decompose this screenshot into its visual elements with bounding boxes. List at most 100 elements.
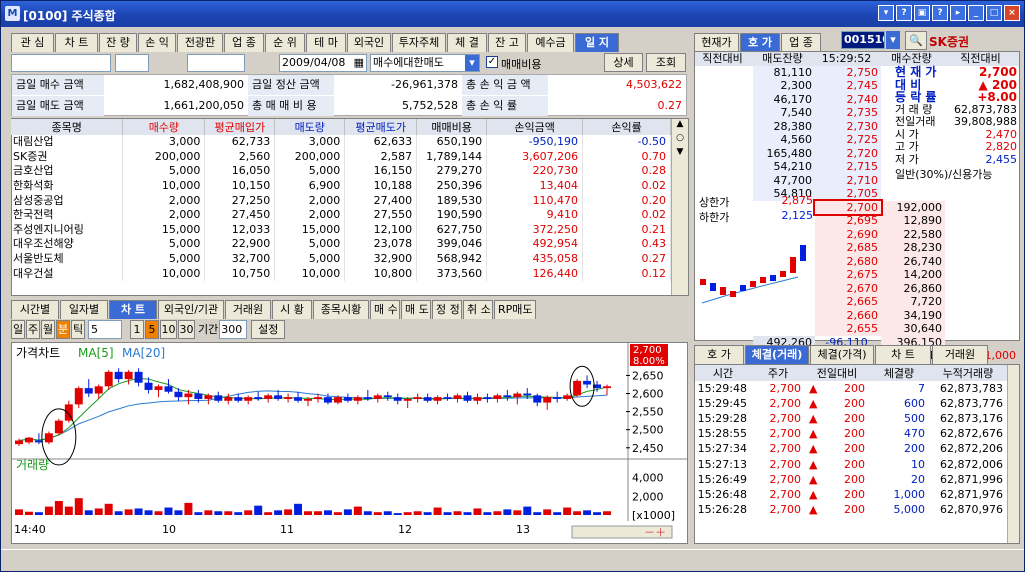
chart-tab-1[interactable]: 일자별 [60,300,108,319]
candle[interactable] [493,395,502,399]
top-tab-1[interactable]: 차 트 [55,33,98,52]
journal-row[interactable]: 주성엔지니어링 15,000 12,033 15,000 12,100 627,750 37… [11,222,671,238]
journal-scrollbar[interactable]: ▲ ○ ▼ [671,119,688,295]
period-button-2[interactable]: 월 [41,320,55,339]
chart-tab-3[interactable]: 외국인/기관 [158,300,224,319]
account-select[interactable] [11,54,111,72]
candle[interactable] [553,397,562,399]
journal-col-header[interactable]: 매수량 [122,119,206,135]
scroll-up-icon[interactable]: ▲ [672,119,688,133]
chart-tab-7[interactable]: 매 수 [370,300,400,319]
setting-button[interactable]: 설정 [251,320,286,339]
candle[interactable] [94,386,103,394]
maximize-icon[interactable]: □ [986,5,1002,21]
candle[interactable] [214,395,223,401]
candle[interactable] [174,391,183,398]
price-chart[interactable]: 가격차트 MA[5] MA[20] 2,650 2,600 2,550 2,500 2,450… [12,343,687,543]
chevron-down-icon[interactable]: ▾ [465,55,479,71]
period-button-1[interactable]: 주 [26,320,40,339]
candle[interactable] [294,397,303,401]
tick-col-header[interactable]: 시간 [695,365,751,381]
candle[interactable] [54,420,63,434]
candle[interactable] [543,397,552,403]
close-icon[interactable]: × [1004,5,1020,21]
tick-row[interactable]: 15:28:55 2,700 ▲ 200 470 62,872,676 [695,426,1007,441]
bid-row[interactable]: 2,655 30,640 [695,322,1019,336]
tick-row[interactable]: 15:29:45 2,700 ▲ 200 600 62,873,776 [695,396,1007,411]
candle[interactable] [154,386,163,390]
scroll-mid-icon[interactable]: ○ [672,133,688,147]
candle[interactable] [84,388,93,394]
candle[interactable] [264,395,273,399]
right-tab-0[interactable]: 현재가 [694,33,739,52]
sort-select[interactable]: 매수에대한매도 ▾ [370,54,480,72]
candle[interactable] [573,380,582,396]
candle[interactable] [314,397,322,399]
bid-row[interactable]: 2,695 12,890 [695,214,1019,228]
candle[interactable] [403,398,412,401]
journal-row[interactable]: 삼성중공업 2,000 27,250 2,000 27,400 189,530 110,47… [11,193,671,208]
top-tab-5[interactable]: 업 종 [224,33,264,52]
tick-row[interactable]: 15:29:48 2,700 ▲ 200 7 62,873,783 [695,381,1007,396]
journal-col-header[interactable]: 매매비용 [416,119,488,135]
candle[interactable] [483,397,492,399]
chart-tab-8[interactable]: 매 도 [401,300,431,319]
date-field[interactable]: 2009/04/08 ▦ [279,54,367,72]
candle[interactable] [124,371,133,380]
journal-row[interactable]: 서울반도체 5,000 32,700 5,000 32,900 568,942 435,05… [11,251,671,267]
candle[interactable] [184,393,193,398]
account-sub-field[interactable] [115,54,149,72]
chart-tab-9[interactable]: 정 정 [432,300,462,319]
candle[interactable] [24,437,33,443]
tick-row[interactable]: 15:26:48 2,700 ▲ 200 1,000 62,871,976 [695,487,1007,502]
right-tab-2[interactable]: 업 종 [781,33,821,52]
top-tab-9[interactable]: 투자주체 [392,33,446,52]
detail-button[interactable]: 상세 [604,53,643,72]
candle[interactable] [463,395,472,401]
candle[interactable] [413,397,422,399]
candle[interactable] [44,433,53,443]
candle[interactable] [333,397,342,403]
candle[interactable] [423,397,432,401]
tick-row[interactable]: 15:27:34 2,700 ▲ 200 200 62,872,206 [695,441,1007,456]
candle[interactable] [563,395,572,399]
candle[interactable] [144,382,153,390]
journal-row[interactable]: SK증권 200,000 2,560 200,000 2,587 1,789,144 3,6… [11,149,671,165]
candle[interactable] [304,398,312,401]
candle[interactable] [353,397,362,401]
candle[interactable] [433,397,442,401]
tick-tab-1[interactable]: 체결(거래) [745,345,809,364]
tick-tab-2[interactable]: 체결(가격) [810,345,874,364]
candle[interactable] [443,397,452,399]
candle[interactable] [274,395,283,399]
period-button-0[interactable]: 일 [11,320,25,339]
minute-button-1[interactable]: 5 [145,320,159,339]
password-field[interactable] [187,54,245,72]
query-button[interactable]: 조회 [646,53,686,72]
candle[interactable] [363,397,372,399]
journal-row[interactable]: 한화석화 10,000 10,150 6,900 10,188 250,396 13,404… [11,178,671,194]
candle[interactable] [523,393,532,396]
candle[interactable] [453,395,462,399]
top-tab-8[interactable]: 외국인 [347,33,391,52]
candle[interactable] [164,386,173,392]
tick-col-header[interactable]: 체결량 [869,365,929,381]
candle[interactable] [254,397,263,399]
tick-tab-4[interactable]: 거래원 [932,345,988,364]
journal-col-header[interactable]: 손익금액 [486,119,584,135]
tick-col-header[interactable]: 주가 [751,365,805,381]
top-tab-4[interactable]: 전광판 [177,33,223,52]
candle[interactable] [244,397,253,401]
tick-tab-3[interactable]: 차 트 [875,345,931,364]
top-tab-6[interactable]: 순 위 [265,33,305,52]
journal-row[interactable]: 금호산업 5,000 16,050 5,000 16,150 279,270 220,730… [11,164,671,179]
minimize-icon[interactable]: _ [968,5,984,21]
top-tab-7[interactable]: 테 마 [306,33,346,52]
journal-col-header[interactable]: 평균매입가 [204,119,276,135]
tick-scrollbar[interactable] [1007,365,1019,543]
tick-col-header[interactable]: 누적거래량 [929,365,1007,381]
minute-button-3[interactable]: 30 [178,320,195,339]
top-tab-12[interactable]: 예수금 [527,33,574,52]
top-tab-2[interactable]: 잔 량 [99,33,137,52]
code-dropdown-icon[interactable]: ▾ [886,31,900,49]
